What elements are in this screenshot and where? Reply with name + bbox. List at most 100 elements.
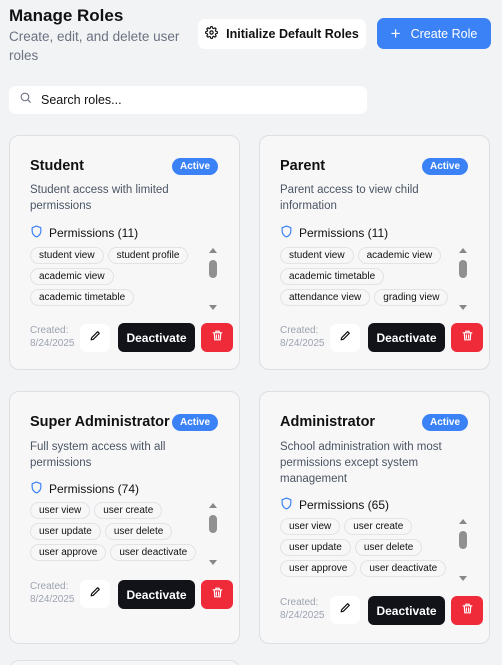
- status-badge: Active: [172, 414, 219, 431]
- created-date: 8/24/2025: [280, 338, 325, 349]
- tags-scrollbar[interactable]: [457, 519, 469, 581]
- pencil-icon: [89, 585, 102, 603]
- permission-tag: academic view: [357, 247, 442, 264]
- plus-icon: +: [390, 24, 401, 43]
- permission-tag: academic timetable: [280, 268, 385, 285]
- created-label: Created:: [30, 581, 69, 592]
- permission-tag-list: student view academic view academic time…: [280, 247, 458, 309]
- role-description: Student access with limited permissions: [30, 184, 169, 212]
- initialize-default-roles-label: Initialize Default Roles: [226, 27, 359, 41]
- delete-button[interactable]: [201, 323, 233, 352]
- scroll-down-arrow[interactable]: [459, 576, 467, 581]
- created-label: Created:: [30, 325, 69, 336]
- search-icon: [19, 91, 32, 109]
- permission-tag: student view: [30, 247, 104, 264]
- delete-button[interactable]: [451, 596, 483, 625]
- permissions-count: Permissions (11): [299, 226, 389, 240]
- search-input[interactable]: [41, 93, 341, 107]
- trash-icon: [211, 329, 224, 347]
- pencil-icon: [339, 601, 352, 619]
- created-label: Created:: [280, 325, 319, 336]
- edit-button[interactable]: [80, 580, 110, 608]
- pencil-icon: [339, 329, 352, 347]
- scroll-up-arrow[interactable]: [459, 248, 467, 253]
- edit-button[interactable]: [330, 596, 360, 624]
- scroll-thumb[interactable]: [209, 260, 217, 278]
- edit-button[interactable]: [330, 324, 360, 352]
- role-card-student: Student Active Student access with limit…: [9, 135, 240, 370]
- permission-tag: user delete: [354, 539, 423, 556]
- permissions-header: Permissions (74): [30, 481, 139, 497]
- role-card-partial: [9, 660, 240, 665]
- status-badge: Active: [422, 158, 469, 175]
- scroll-thumb[interactable]: [459, 531, 467, 549]
- role-description: School administration with most permissi…: [280, 441, 442, 485]
- role-name: Student: [30, 158, 84, 174]
- permission-tag-list: user view user create user update user d…: [280, 518, 458, 580]
- scroll-thumb[interactable]: [459, 260, 467, 278]
- permissions-header: Permissions (11): [280, 225, 388, 241]
- page-subtitle: Create, edit, and delete user roles: [9, 29, 180, 63]
- permissions-header: Permissions (65): [280, 497, 389, 513]
- permission-tag: user deactivate: [360, 560, 447, 577]
- deactivate-button[interactable]: Deactivate: [118, 580, 195, 609]
- create-role-button[interactable]: + Create Role: [377, 18, 491, 49]
- permission-tag-list: user view user create user update user d…: [30, 502, 208, 564]
- permission-tag: user create: [94, 502, 163, 519]
- scroll-up-arrow[interactable]: [209, 248, 217, 253]
- role-description: Full system access with all permissions: [30, 441, 166, 469]
- gear-icon: [205, 25, 219, 42]
- permission-tag: attendance view: [280, 289, 371, 306]
- permissions-count: Permissions (65): [299, 498, 390, 512]
- scroll-up-arrow[interactable]: [209, 503, 217, 508]
- tags-scrollbar[interactable]: [207, 248, 219, 310]
- permission-tag: user view: [280, 518, 341, 535]
- trash-icon: [211, 586, 224, 604]
- role-name: Parent: [280, 158, 326, 174]
- created-info: Created: 8/24/2025: [30, 580, 75, 606]
- status-badge: Active: [172, 158, 219, 175]
- created-date: 8/24/2025: [30, 338, 75, 349]
- role-card-administrator: Administrator Active School administrati…: [259, 391, 490, 644]
- created-date: 8/24/2025: [30, 594, 75, 605]
- tags-scrollbar[interactable]: [207, 503, 219, 565]
- scroll-thumb[interactable]: [209, 515, 217, 533]
- created-info: Created: 8/24/2025: [30, 324, 75, 350]
- permission-tag: user view: [30, 502, 91, 519]
- initialize-default-roles-button[interactable]: Initialize Default Roles: [198, 19, 366, 49]
- role-name: Super Administrator: [30, 414, 170, 430]
- role-card-super-administrator: Super Administrator Active Full system a…: [9, 391, 240, 644]
- deactivate-button[interactable]: Deactivate: [118, 323, 195, 352]
- permissions-count: Permissions (11): [49, 226, 139, 240]
- permissions-count: Permissions (74): [49, 482, 140, 496]
- scroll-up-arrow[interactable]: [459, 519, 467, 524]
- shield-icon: [30, 481, 43, 497]
- delete-button[interactable]: [451, 323, 483, 352]
- scroll-down-arrow[interactable]: [209, 305, 217, 310]
- permissions-header: Permissions (11): [30, 225, 138, 241]
- trash-icon: [461, 329, 474, 347]
- deactivate-button[interactable]: Deactivate: [368, 323, 445, 352]
- edit-button[interactable]: [80, 324, 110, 352]
- created-date: 8/24/2025: [280, 610, 325, 621]
- scroll-down-arrow[interactable]: [209, 560, 217, 565]
- page-title: Manage Roles: [9, 6, 124, 25]
- created-label: Created:: [280, 597, 319, 608]
- shield-icon: [280, 225, 293, 241]
- permission-tag: user update: [30, 523, 101, 540]
- permission-tag: user delete: [104, 523, 173, 540]
- permission-tag: user approve: [30, 544, 107, 561]
- tags-scrollbar[interactable]: [457, 248, 469, 310]
- pencil-icon: [89, 329, 102, 347]
- trash-icon: [461, 602, 474, 620]
- delete-button[interactable]: [201, 580, 233, 609]
- deactivate-button[interactable]: Deactivate: [368, 596, 445, 625]
- created-info: Created: 8/24/2025: [280, 324, 325, 350]
- role-card-parent: Parent Active Parent access to view chil…: [259, 135, 490, 370]
- role-name: Administrator: [280, 414, 376, 430]
- permission-tag: user update: [280, 539, 351, 556]
- scroll-down-arrow[interactable]: [459, 305, 467, 310]
- permission-tag: user deactivate: [110, 544, 197, 561]
- search-bar[interactable]: [9, 86, 367, 114]
- permission-tag: user approve: [280, 560, 357, 577]
